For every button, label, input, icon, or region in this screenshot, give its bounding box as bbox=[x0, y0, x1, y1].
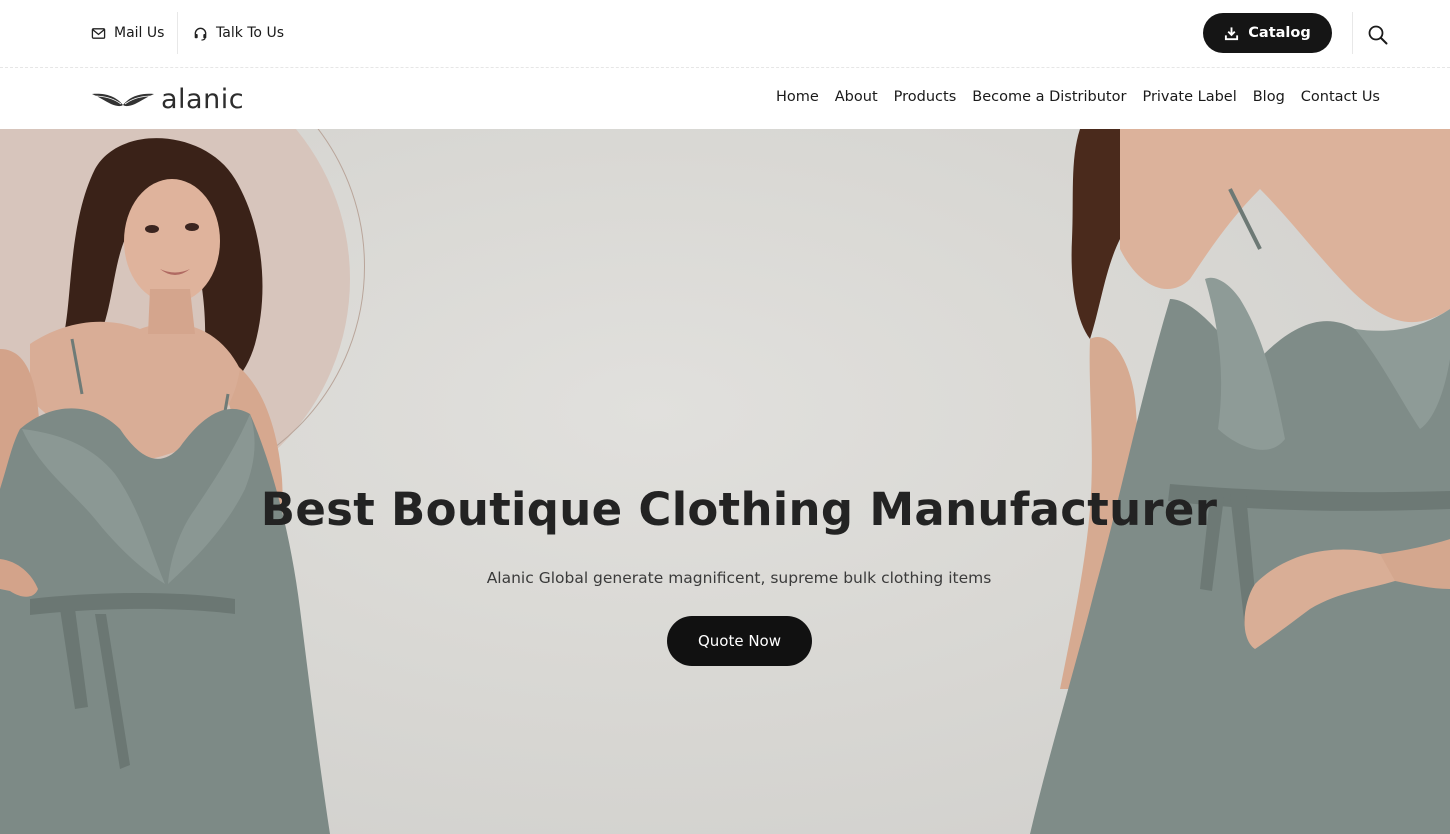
nav-item-blog[interactable]: Blog bbox=[1253, 89, 1285, 105]
talk-to-us-label: Talk To Us bbox=[216, 25, 284, 41]
nav-item-become-a-distributor[interactable]: Become a Distributor bbox=[972, 89, 1126, 105]
nav-item-home[interactable]: Home bbox=[776, 89, 819, 105]
download-icon bbox=[1225, 26, 1239, 40]
nav-item-products[interactable]: Products bbox=[894, 89, 957, 105]
nav-item-contact-us[interactable]: Contact Us bbox=[1301, 89, 1380, 105]
mail-us-link[interactable]: Mail Us bbox=[91, 23, 164, 43]
top-divider bbox=[177, 12, 178, 54]
hero-subtitle: Alanic Global generate magnificent, supr… bbox=[486, 569, 992, 587]
top-bar: Mail Us Talk To Us Catalog bbox=[0, 0, 1450, 68]
envelope-icon bbox=[91, 27, 106, 39]
talk-to-us-link[interactable]: Talk To Us bbox=[193, 23, 284, 43]
catalog-button[interactable]: Catalog bbox=[1203, 13, 1332, 53]
headset-icon bbox=[194, 27, 207, 41]
hero-model-right-image bbox=[1030, 129, 1450, 834]
nav-item-about[interactable]: About bbox=[835, 89, 878, 105]
main-nav-bar: alanic Home About Products Become a Dist… bbox=[0, 69, 1450, 129]
site-logo[interactable]: alanic bbox=[91, 83, 244, 115]
nav-item-private-label[interactable]: Private Label bbox=[1142, 89, 1236, 105]
hero-banner: Best Boutique Clothing Manufacturer Alan… bbox=[0, 129, 1450, 834]
search-divider bbox=[1352, 12, 1353, 54]
catalog-label: Catalog bbox=[1248, 25, 1311, 41]
hero-model-left-image bbox=[0, 138, 330, 834]
quote-now-button[interactable]: Quote Now bbox=[667, 616, 812, 666]
search-icon[interactable] bbox=[1367, 24, 1389, 46]
logo-wordmark: alanic bbox=[161, 83, 245, 115]
mail-us-label: Mail Us bbox=[114, 25, 165, 41]
hero-title: Best Boutique Clothing Manufacturer bbox=[260, 483, 1218, 536]
wings-logo-icon bbox=[92, 93, 154, 107]
primary-nav: Home About Products Become a Distributor… bbox=[776, 89, 1380, 105]
